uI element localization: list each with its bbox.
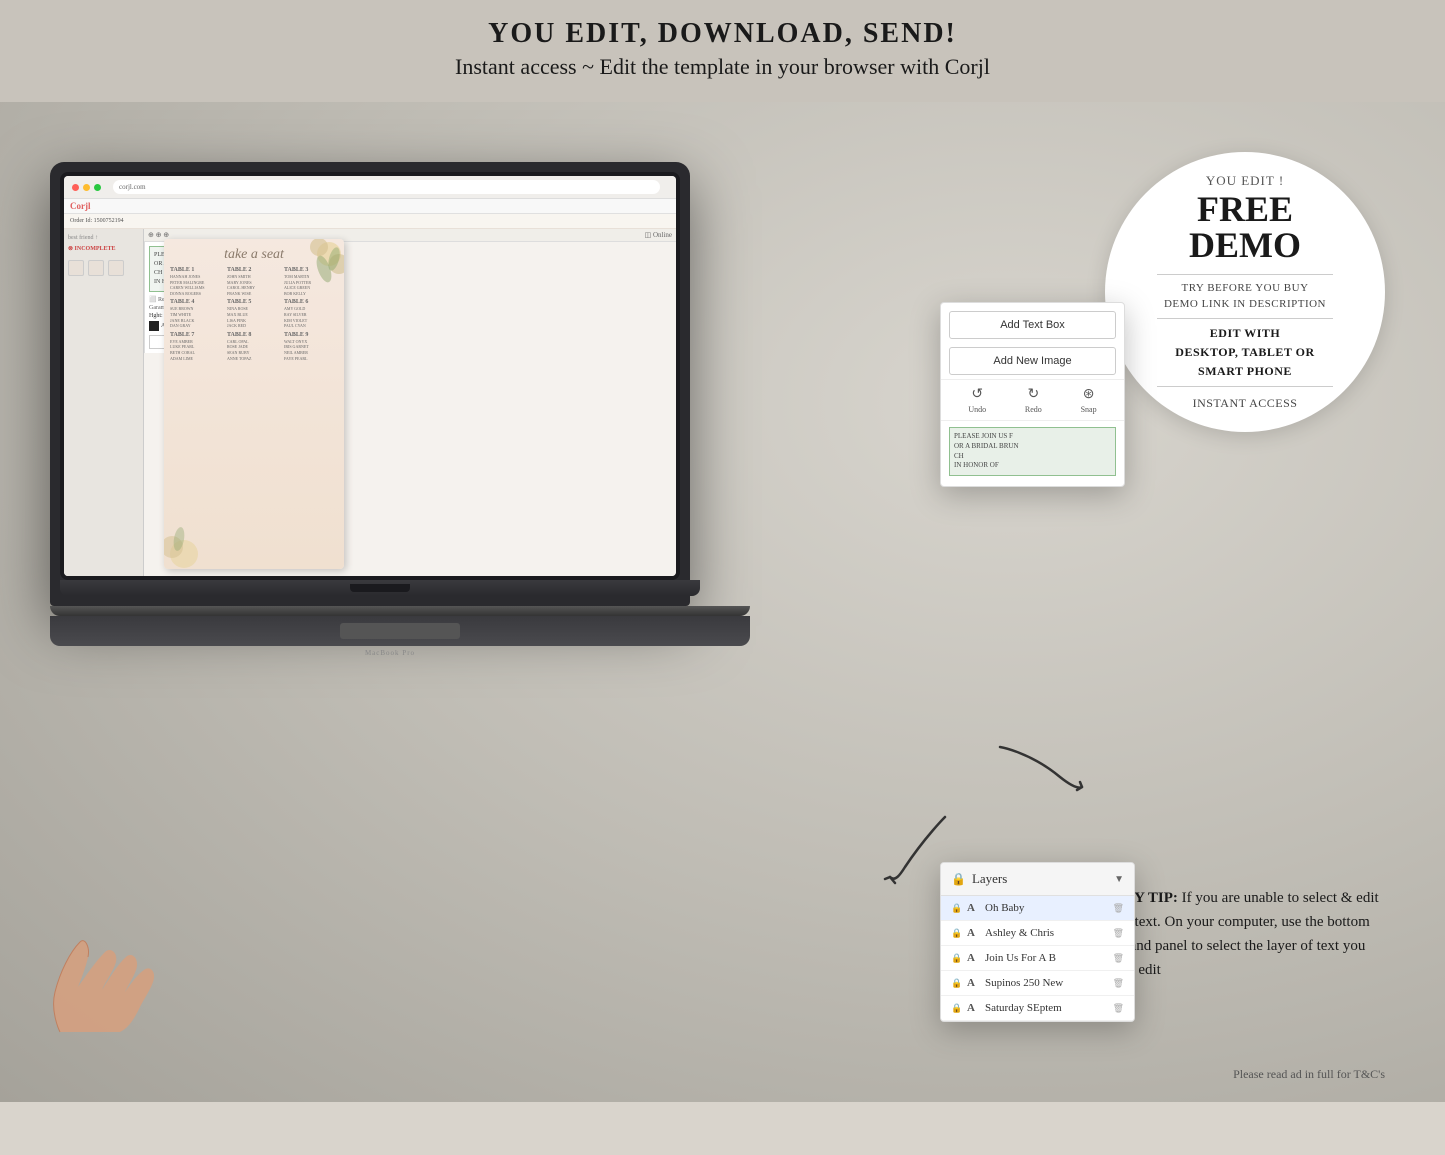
arrow-to-layers — [990, 737, 1090, 802]
editor-main: ⊕ ⊕ ⊕ ◫ Online — [144, 229, 676, 576]
demo-try-before: TRY BEFORE YOU BUY — [1181, 280, 1308, 297]
snap-tool[interactable]: ⊛ Snap — [1081, 386, 1097, 414]
layer-item-supinos[interactable]: 🔒 A Supinos 250 New 🗑 — [941, 971, 1134, 996]
layer-item-join-us[interactable]: 🔒 A Join Us For A B 🗑 — [941, 946, 1134, 971]
layer-type-3: A — [967, 952, 979, 964]
layer-lock-icon-5: 🔒 — [951, 1003, 961, 1014]
redo-icon: ↻ — [1028, 386, 1040, 403]
editor-sidebar: best friend ↑ ⊗ INCOMPLETE — [64, 229, 144, 576]
laptop-screen-bezel: corjl.com Corjl Order Id: 1500752194 — [60, 172, 680, 580]
redo-tool[interactable]: ↻ Redo — [1025, 386, 1042, 414]
snap-icon: ⊛ — [1083, 386, 1095, 403]
demo-divider-1 — [1157, 274, 1333, 275]
floral-bottom — [164, 509, 244, 569]
corjl-logo-area: Corjl — [64, 199, 676, 214]
browser-chrome: corjl.com — [64, 176, 676, 199]
seating-chart-card: take a seat TABLE 1 HANNAH JONESPETER MA… — [164, 239, 344, 569]
seating-table-4: TABLE 4 SUE BROWNTIM WHITEJANE BLACKDAN … — [170, 299, 224, 328]
layer-name-oh-baby: Oh Baby — [985, 902, 1107, 914]
keyboard-area — [50, 616, 750, 646]
layer-name-supinos: Supinos 250 New — [985, 977, 1107, 989]
header-subtitle: Instant access ~ Edit the template in yo… — [20, 54, 1425, 80]
browser-url: corjl.com — [113, 180, 660, 194]
layer-lock-icon-3: 🔒 — [951, 953, 961, 964]
demo-divider-3 — [1157, 386, 1333, 387]
header-banner: YOU EDIT, DOWNLOAD, SEND! Instant access… — [0, 0, 1445, 102]
layer-name-join-us: Join Us For A B — [985, 952, 1107, 964]
layer-item-saturday[interactable]: 🔒 A Saturday SEptem 🗑 — [941, 996, 1134, 1021]
demo-free-text: FREE — [1197, 191, 1293, 227]
layer-type-1: A — [967, 902, 979, 914]
laptop-notch — [350, 584, 410, 592]
layer-type-2: A — [967, 927, 979, 939]
demo-circle: YOU EDIT ! FREE DEMO TRY BEFORE YOU BUY … — [1105, 152, 1385, 432]
handy-tip: HANDY TIP: If you are unable to select &… — [1090, 886, 1390, 982]
layer-item-oh-baby[interactable]: 🔒 A Oh Baby 🗑 — [941, 896, 1134, 921]
layer-lock-icon-1: 🔒 — [951, 903, 961, 914]
layer-delete-icon-5[interactable]: 🗑 — [1113, 1003, 1124, 1014]
laptop-base — [60, 580, 700, 596]
demo-demo-text: DEMO — [1189, 227, 1301, 263]
browser-dot-red — [72, 184, 79, 191]
layer-delete-icon-4[interactable]: 🗑 — [1113, 978, 1124, 989]
seating-table-9: TABLE 9 WALT ONYXIRIS GARNETNEIL AMBERFA… — [284, 332, 338, 361]
layer-delete-icon-1[interactable]: 🗑 — [1113, 903, 1124, 914]
footer-text: Please read ad in full for T&C's — [1233, 1067, 1385, 1081]
panel-text-area: PLEASE JOIN US F OR A BRIDAL BRUN CH IN … — [941, 421, 1124, 486]
layers-header-title: Layers — [972, 871, 1108, 887]
seating-table-5: TABLE 5 NINA ROSEMAX BLUELISA PINKJACK R… — [227, 299, 281, 328]
layers-chevron-icon: ▼ — [1114, 874, 1124, 885]
layer-type-4: A — [967, 977, 979, 989]
demo-divider-2 — [1157, 318, 1333, 319]
panel-toolbar: ↺ Undo ↻ Redo ⊛ Snap — [941, 379, 1124, 421]
hand-svg — [30, 892, 230, 1042]
footer: Please read ad in full for T&C's — [1233, 1067, 1385, 1082]
corjl-panel: Add Text Box Add New Image ↺ Undo ↻ Redo… — [940, 302, 1125, 487]
demo-instant-access: INSTANT ACCESS — [1193, 396, 1298, 411]
arrow-down-left — [875, 807, 955, 892]
main-area: corjl.com Corjl Order Id: 1500752194 — [0, 102, 1445, 1102]
seating-table-2: TABLE 2 JOHN SMITHMARY JONESCAROL HENRYF… — [227, 267, 281, 296]
laptop-container: corjl.com Corjl Order Id: 1500752194 — [50, 162, 730, 657]
keyboard-trackpad — [340, 623, 460, 639]
browser-dot-green — [94, 184, 101, 191]
seating-table-1: TABLE 1 HANNAH JONESPETER MALINGRECAREN … — [170, 267, 224, 296]
order-info-bar: Order Id: 1500752194 — [64, 214, 676, 229]
add-text-box-button[interactable]: Add Text Box — [949, 311, 1116, 339]
layer-delete-icon-3[interactable]: 🗑 — [1113, 953, 1124, 964]
floral-top-right — [284, 239, 344, 309]
layer-name-saturday: Saturday SEptem — [985, 1002, 1107, 1014]
browser-dot-yellow — [83, 184, 90, 191]
undo-tool[interactable]: ↺ Undo — [968, 386, 986, 414]
layer-type-5: A — [967, 1002, 979, 1014]
seating-table-7: TABLE 7 EVE AMBERLUKE PEARLBETH CORALADA… — [170, 332, 224, 361]
laptop-screen: corjl.com Corjl Order Id: 1500752194 — [64, 176, 676, 576]
demo-link-text: DEMO LINK IN DESCRIPTION — [1164, 296, 1326, 313]
macbook-label: MacBook Pro — [50, 649, 730, 657]
add-new-image-button[interactable]: Add New Image — [949, 347, 1116, 375]
header-title: YOU EDIT, DOWNLOAD, SEND! — [20, 18, 1425, 50]
layer-lock-icon-4: 🔒 — [951, 978, 961, 989]
corjl-logo-text: Corjl — [70, 201, 91, 211]
undo-icon: ↺ — [971, 386, 983, 403]
panel-text-preview: PLEASE JOIN US F OR A BRIDAL BRUN CH IN … — [949, 427, 1116, 476]
laptop-outer: corjl.com Corjl Order Id: 1500752194 — [50, 162, 690, 606]
laptop-stand — [50, 606, 750, 616]
layers-header: 🔒 Layers ▼ — [941, 863, 1134, 896]
layer-lock-icon-2: 🔒 — [951, 928, 961, 939]
seating-table-8: TABLE 8 CARL OPALROSE JADESEAN RUBYANNE … — [227, 332, 281, 361]
demo-you-edit: YOU EDIT ! — [1206, 173, 1284, 189]
layer-name-ashley-chris: Ashley & Chris — [985, 927, 1107, 939]
layer-delete-icon-2[interactable]: 🗑 — [1113, 928, 1124, 939]
demo-edit-with: EDIT WITH DESKTOP, TABLET OR SMART PHONE — [1175, 324, 1314, 382]
hand-element — [30, 892, 230, 1042]
editor-content: best friend ↑ ⊗ INCOMPLETE — [64, 229, 676, 576]
layers-panel: 🔒 Layers ▼ 🔒 A Oh Baby 🗑 🔒 A Ashley & Ch… — [940, 862, 1135, 1022]
layer-item-ashley-chris[interactable]: 🔒 A Ashley & Chris 🗑 — [941, 921, 1134, 946]
